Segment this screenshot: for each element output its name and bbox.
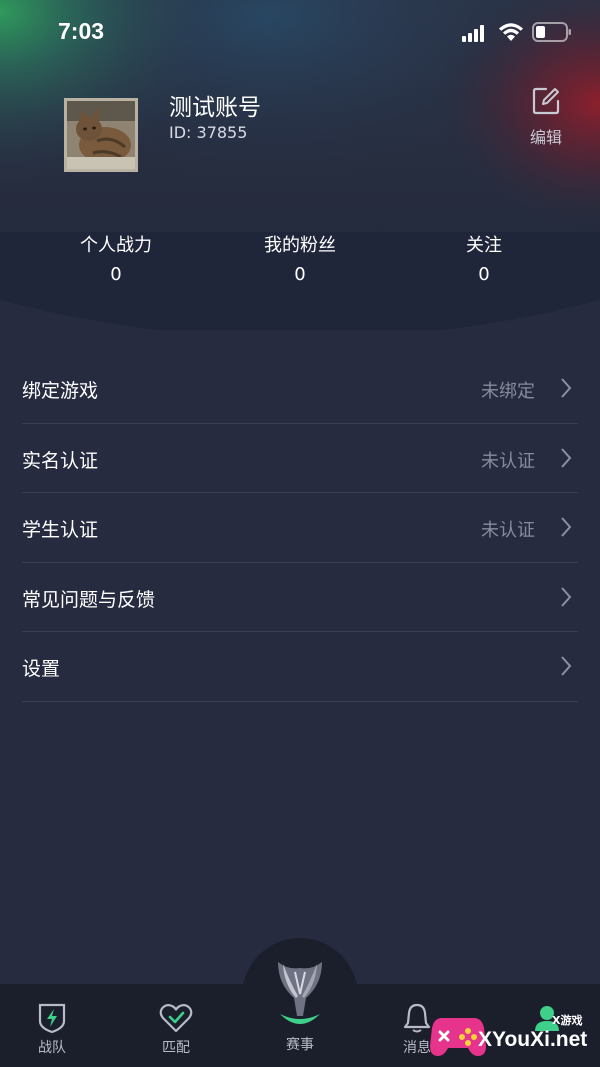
tab-match[interactable]: 匹配 <box>131 984 221 1067</box>
trophy-icon <box>278 962 322 1024</box>
stat-following[interactable]: 关注 0 <box>394 234 574 288</box>
watermark-site: XYouXi.net <box>478 1028 588 1051</box>
stat-value: 0 <box>294 264 306 285</box>
status-bar: 7:03 <box>0 0 600 66</box>
tab-label: 匹配 <box>162 1040 190 1056</box>
menu-item-settings[interactable]: 设置 <box>22 632 578 702</box>
wifi-icon <box>499 23 523 41</box>
stat-fans[interactable]: 我的粉丝 0 <box>210 234 390 288</box>
menu-item-status: 未绑定 <box>481 381 535 402</box>
stat-value: 0 <box>110 264 122 285</box>
menu-item-label: 学生认证 <box>22 519 99 542</box>
chevron-right-icon <box>561 517 572 537</box>
menu-item-status: 未认证 <box>481 450 535 472</box>
menu-item-bind-game[interactable]: 绑定游戏 未绑定 <box>22 354 578 424</box>
tab-events[interactable]: 赛事 <box>254 958 346 1067</box>
menu-item-real-name[interactable]: 实名认证 未认证 <box>22 424 578 494</box>
edit-button[interactable]: 编辑 <box>522 86 570 150</box>
edit-label: 编辑 <box>529 128 562 147</box>
settings-menu: 绑定游戏 未绑定 实名认证 未认证 学生认证 未认证 常见问题与反馈 设置 <box>22 354 578 702</box>
battery-icon <box>532 22 571 42</box>
chevron-right-icon <box>561 378 572 398</box>
chevron-right-icon <box>561 587 572 607</box>
stat-label: 关注 <box>466 235 502 256</box>
stat-label: 我的粉丝 <box>264 235 336 256</box>
edit-icon <box>532 87 560 115</box>
user-id: ID: 37855 <box>169 123 248 142</box>
user-name: 测试账号 <box>169 95 261 121</box>
heart-check-icon <box>159 1004 193 1033</box>
tab-label: 战队 <box>38 1040 66 1056</box>
watermark: X游戏 XYouXi.net <box>428 1002 600 1067</box>
menu-item-faq[interactable]: 常见问题与反馈 <box>22 563 578 633</box>
status-time: 7:03 <box>58 18 105 44</box>
menu-item-label: 设置 <box>22 658 61 681</box>
profile-stats: 个人战力 0 我的粉丝 0 关注 0 <box>0 234 600 294</box>
stat-value: 0 <box>478 264 490 285</box>
chevron-right-icon <box>561 656 572 677</box>
tab-label: 消息 <box>403 1040 431 1056</box>
menu-item-label: 绑定游戏 <box>22 380 99 402</box>
signal-icon <box>462 25 484 42</box>
tab-team[interactable]: 战队 <box>7 984 97 1067</box>
tab-label: 赛事 <box>286 1037 314 1053</box>
stat-label: 个人战力 <box>80 235 152 256</box>
watermark-tag: X游戏 <box>552 1014 583 1027</box>
stat-power[interactable]: 个人战力 0 <box>26 234 206 288</box>
menu-item-label: 常见问题与反馈 <box>22 588 156 611</box>
avatar[interactable] <box>64 98 138 172</box>
menu-item-student[interactable]: 学生认证 未认证 <box>22 493 578 563</box>
menu-item-status: 未认证 <box>481 520 535 542</box>
chevron-right-icon <box>561 447 572 468</box>
menu-item-label: 实名认证 <box>22 449 99 472</box>
shield-bolt-icon <box>38 1003 66 1034</box>
